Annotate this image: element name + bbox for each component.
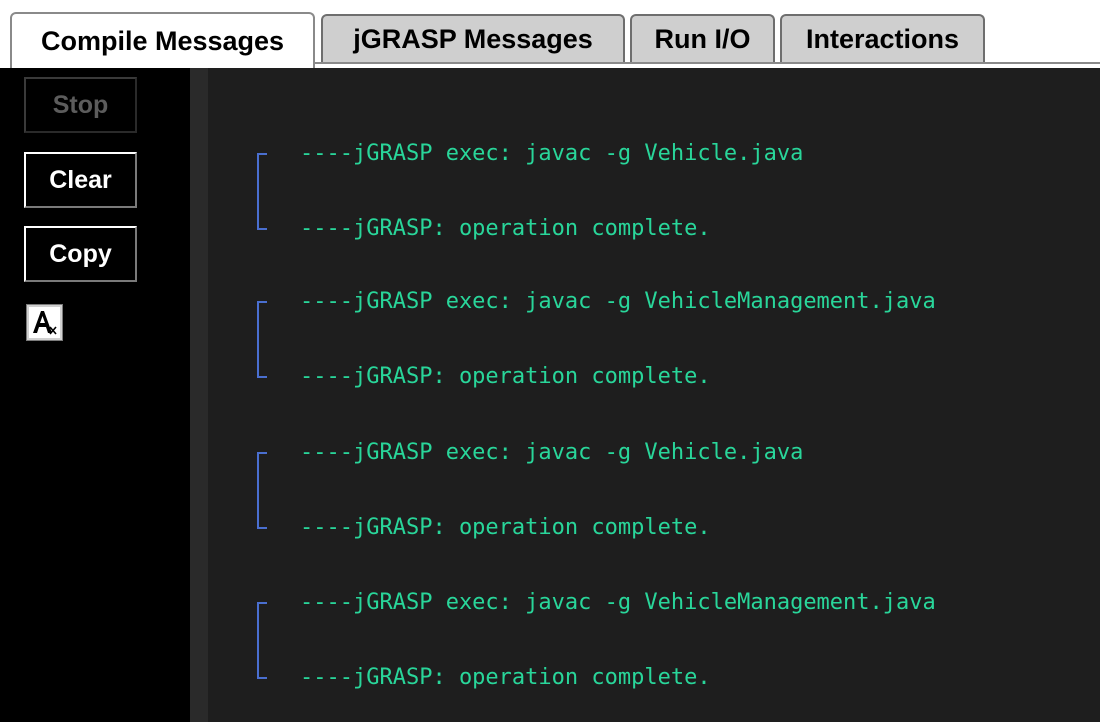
message-bracket: [257, 452, 267, 529]
exec-message: ----jGRASP exec: javac -g Vehicle.java: [300, 141, 804, 166]
exec-message: ----jGRASP exec: javac -g Vehicle.java: [300, 440, 804, 465]
complete-message: ----jGRASP: operation complete.: [300, 665, 711, 690]
tab-jgrasp-messages[interactable]: jGRASP Messages: [321, 14, 625, 62]
message-block: ----jGRASP exec: javac -g Vehicle.java -…: [208, 119, 1100, 259]
tab-compile-messages[interactable]: Compile Messages: [10, 12, 315, 68]
copy-button[interactable]: Copy: [24, 226, 137, 282]
message-bracket: [257, 153, 267, 230]
message-block: ----jGRASP exec: javac -g VehicleManagem…: [208, 568, 1100, 708]
exec-message: ----jGRASP exec: javac -g VehicleManagem…: [300, 590, 936, 615]
complete-message: ----jGRASP: operation complete.: [300, 364, 711, 389]
tab-run-io[interactable]: Run I/O: [630, 14, 775, 62]
exec-message: ----jGRASP exec: javac -g VehicleManagem…: [300, 289, 936, 314]
stop-button[interactable]: Stop: [24, 77, 137, 133]
complete-message: ----jGRASP: operation complete.: [300, 515, 711, 540]
control-panel: Stop Clear Copy: [0, 68, 190, 722]
tab-strip: Compile Messages jGRASP Messages Run I/O…: [0, 0, 1100, 68]
message-block: ----jGRASP exec: javac -g VehicleManagem…: [208, 267, 1100, 407]
tab-strip-divider: [315, 62, 1100, 64]
clear-button[interactable]: Clear: [24, 152, 137, 208]
complete-message: ----jGRASP: operation complete.: [300, 216, 711, 241]
message-block: ----jGRASP exec: javac -g Vehicle.java -…: [208, 418, 1100, 558]
tab-interactions[interactable]: Interactions: [780, 14, 985, 62]
font-size-icon: [33, 311, 57, 335]
compile-messages-window: Compile Messages jGRASP Messages Run I/O…: [0, 0, 1100, 722]
message-bracket: [257, 301, 267, 378]
compile-output-area[interactable]: ----jGRASP exec: javac -g Vehicle.java -…: [208, 68, 1100, 722]
message-bracket: [257, 602, 267, 679]
font-size-button[interactable]: [26, 304, 63, 341]
message-gutter: [190, 68, 208, 722]
